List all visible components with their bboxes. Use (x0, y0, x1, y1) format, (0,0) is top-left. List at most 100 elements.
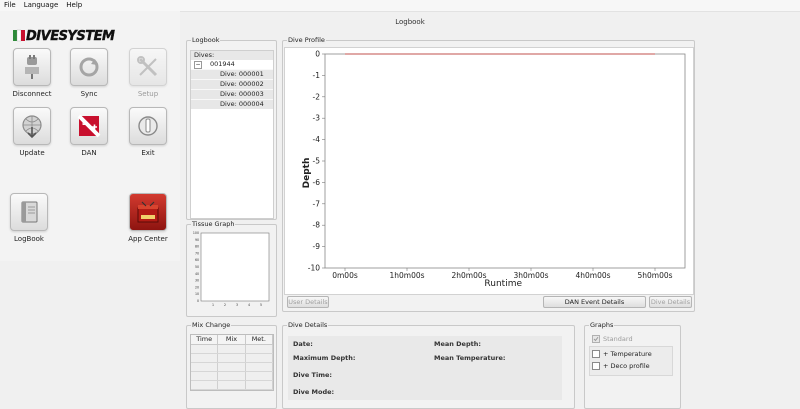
collapse-toggle-icon[interactable]: − (194, 61, 202, 69)
x-tick-label: 2h0m00s (451, 271, 486, 280)
dive-details-group: Dive Details Date: Maximum Depth: Dive T… (282, 321, 575, 409)
logbook-label: LogBook (14, 235, 44, 243)
sync-button[interactable]: Sync (64, 48, 114, 98)
y-tick-label: -6 (313, 178, 321, 187)
tissue-x-tick-label: 5 (260, 303, 262, 307)
user-details-button[interactable]: User Details (287, 296, 329, 308)
tree-dive-item[interactable]: Dive: 000001 (191, 69, 273, 79)
dive-mode-label: Dive Mode: (293, 388, 335, 396)
x-tick-label: 4h0m00s (575, 271, 610, 280)
y-tick-label: -2 (313, 92, 321, 101)
tree-dive-item[interactable]: Dive: 000002 (191, 79, 273, 89)
exit-button[interactable]: Exit (123, 107, 173, 157)
disconnect-label: Disconnect (12, 90, 52, 98)
max-depth-label: Maximum Depth: (293, 354, 356, 362)
table-row (191, 372, 273, 381)
tree-device-node[interactable]: −001944 (191, 60, 273, 69)
menu-language[interactable]: Language (20, 0, 63, 9)
power-icon (129, 107, 167, 145)
app-center-label: App Center (128, 235, 168, 243)
setup-button[interactable]: Setup (123, 48, 173, 98)
table-row (191, 345, 273, 354)
y-axis-label: Depth (302, 158, 312, 189)
col-time[interactable]: Time (191, 335, 219, 344)
tissue-y-tick-label: 50 (195, 265, 199, 269)
mean-temperature-label: Mean Temperature: (434, 354, 506, 362)
x-axis-label: Runtime (484, 279, 522, 289)
logbook-button[interactable]: LogBook (4, 193, 54, 243)
chart-area: 0 -1 -2 -3 -4 -5 -6 -7 -8 -9 -10 0m00s 1h0m00s 2h0m0… (284, 47, 694, 295)
tree-dive-item[interactable]: Dive: 000004 (191, 99, 273, 109)
tissue-y-tick-label: 60 (195, 258, 199, 262)
dive-tree[interactable]: Dives: −001944 Dive: 000001 Dive: 000002… (190, 50, 274, 219)
mix-change-group: Mix Change Time Mix Met. (186, 321, 277, 409)
y-tick-label: 0 (315, 50, 320, 59)
sync-icon (70, 48, 108, 86)
dive-details-button[interactable]: Dive Details (649, 296, 692, 308)
checkbox-box (592, 350, 600, 358)
disconnect-button[interactable]: Disconnect (7, 48, 57, 98)
tools-icon (129, 48, 167, 86)
device-label: 001944 (210, 60, 235, 68)
plot-frame (324, 53, 686, 269)
y-tick-label: -8 (313, 221, 321, 230)
temperature-checkbox[interactable]: + Temperature (592, 350, 652, 358)
deco-profile-checkbox[interactable]: + Deco profile (592, 362, 650, 370)
update-label: Update (19, 149, 45, 157)
logo-text: DIVESYSTEM (26, 29, 115, 44)
checkmark-icon (592, 335, 600, 343)
table-row (191, 363, 273, 372)
mix-change-title: Mix Change (191, 321, 232, 329)
col-mix[interactable]: Mix (218, 335, 246, 344)
logbook-title: Logbook (191, 36, 221, 44)
tree-dive-item[interactable]: Dive: 000003 (191, 89, 273, 99)
tissue-x-tick-label: 3 (236, 303, 238, 307)
menu-file[interactable]: File (0, 0, 20, 9)
tissue-x-tick-label: 2 (224, 303, 226, 307)
book-icon (10, 193, 48, 231)
checkbox-box (592, 362, 600, 370)
y-tick-label: -9 (313, 242, 321, 251)
col-met[interactable]: Met. (246, 335, 273, 344)
y-tick-label: -7 (313, 199, 321, 208)
tissue-y-tick-label: 100 (193, 231, 199, 235)
plug-icon (13, 48, 51, 86)
tissue-graph-group: Tissue Graph 100 90 80 70 60 50 40 30 20 10 0 1234… (186, 220, 277, 317)
dive-profile-title: Dive Profile (287, 36, 326, 44)
tissue-graph-chart: 1009080706050403020100 12345 (193, 231, 270, 307)
graphs-group: Graphs Standard + Temperature + Deco pro… (584, 321, 681, 409)
tissue-graph-title: Tissue Graph (191, 220, 236, 228)
tissue-y-tick-label: 10 (195, 292, 199, 296)
divesystem-logo: DIVESYSTEM (12, 24, 162, 46)
y-tick-label: -4 (313, 135, 321, 144)
tissue-y-tick-label: 20 (195, 285, 199, 289)
temperature-label: + Temperature (603, 350, 652, 358)
exit-label: Exit (141, 149, 155, 157)
tissue-y-tick-label: 30 (195, 279, 199, 283)
x-tick-label: 1h0m00s (389, 271, 424, 280)
tissue-x-tick-label: 4 (248, 303, 250, 307)
mix-change-table: Time Mix Met. (190, 334, 274, 391)
x-tick-label: 5h0m00s (637, 271, 672, 280)
dan-button[interactable]: E DAN (64, 107, 114, 157)
tissue-y-tick-label: 90 (195, 238, 199, 242)
standard-checkbox[interactable]: Standard (592, 335, 633, 343)
logbook-group: Logbook Dives: −001944 Dive: 000001 Dive… (186, 36, 277, 220)
y-tick-label: -10 (308, 264, 320, 273)
table-row (191, 381, 273, 390)
deco-profile-label: + Deco profile (603, 362, 650, 370)
app-center-icon (129, 193, 167, 231)
x-tick-label: 0m00s (332, 271, 358, 280)
dive-details-title: Dive Details (287, 321, 329, 329)
dan-event-details-button[interactable]: DAN Event Details (543, 296, 646, 308)
menu-help[interactable]: Help (62, 0, 86, 9)
tissue-x-tick-label: 1 (212, 303, 214, 307)
tissue-y-tick-label: 40 (195, 272, 199, 276)
app-center-button[interactable]: App Center (123, 193, 173, 243)
standard-label: Standard (603, 335, 633, 343)
window-title: Logbook (395, 18, 425, 26)
update-button[interactable]: Update (7, 107, 57, 157)
sync-label: Sync (80, 90, 98, 98)
y-tick-label: -5 (313, 157, 321, 166)
graphs-title: Graphs (589, 321, 615, 329)
